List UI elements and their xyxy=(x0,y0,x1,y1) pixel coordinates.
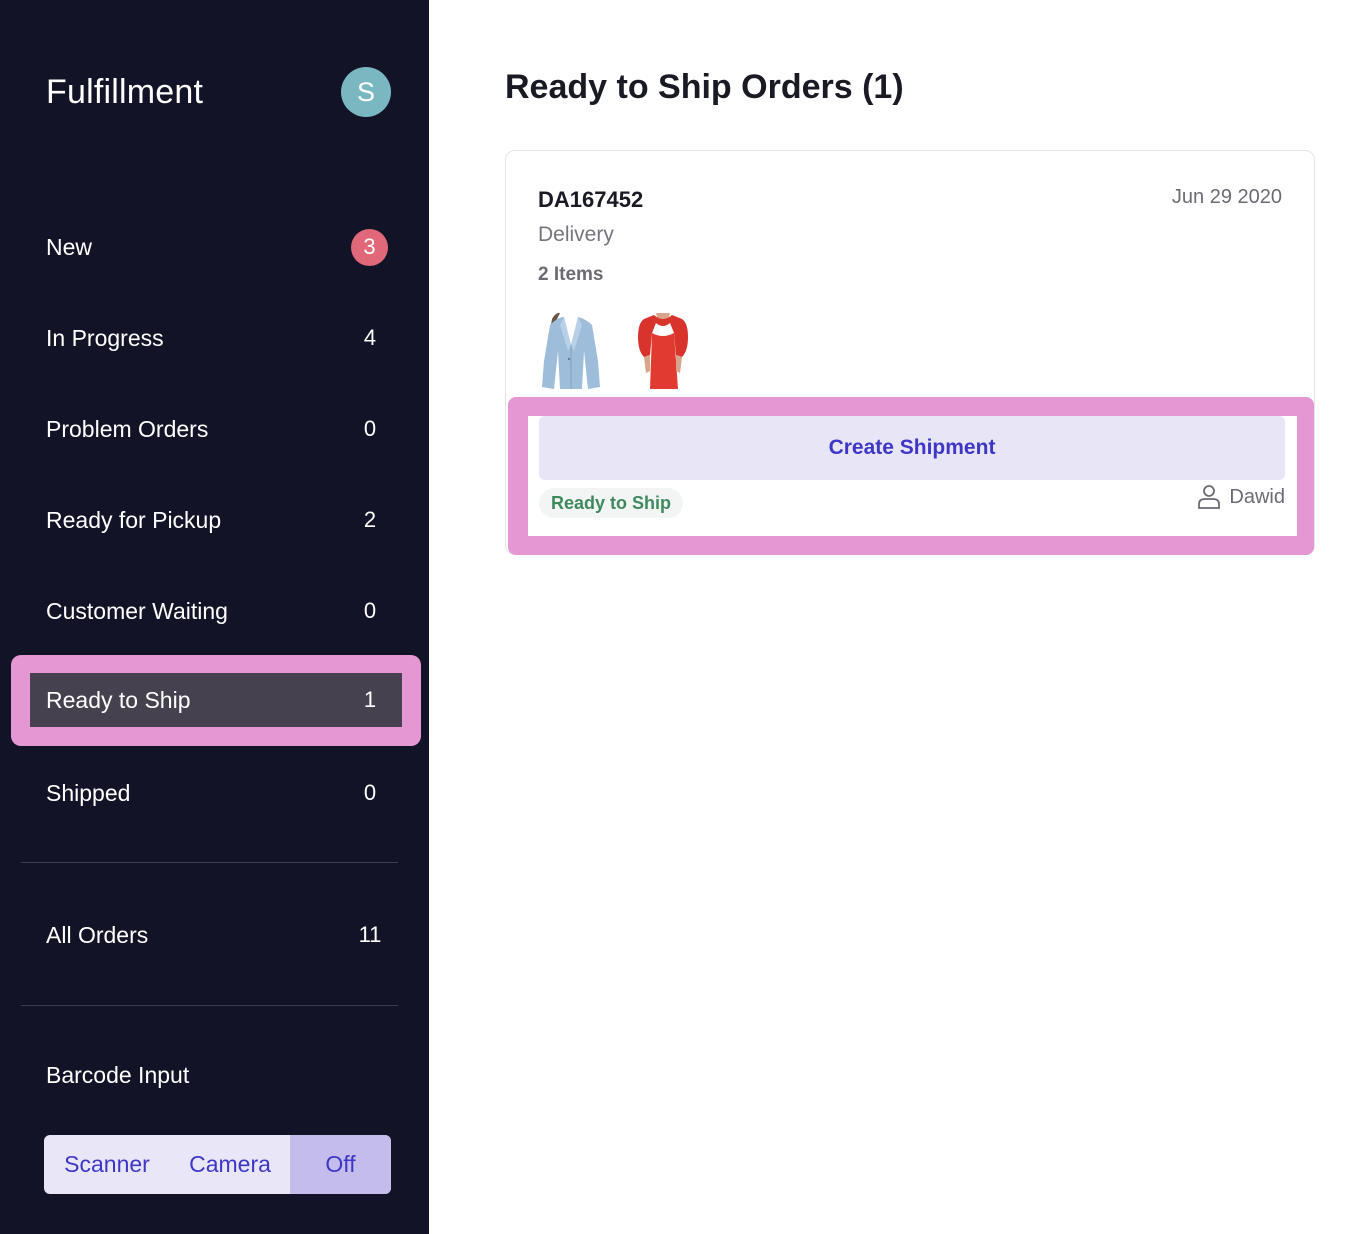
order-id: DA167452 xyxy=(538,187,644,212)
assignee-name: Dawid xyxy=(1229,485,1285,508)
nav-item-label: In Progress xyxy=(46,324,164,351)
barcode-option-camera[interactable]: Camera xyxy=(170,1135,290,1194)
order-actions: Create Shipment Ready to Ship Dawid xyxy=(528,416,1297,536)
nav-item-count: 1 xyxy=(363,687,377,712)
barcode-input-toggle: Scanner Camera Off xyxy=(44,1135,391,1194)
nav-item-ready-for-pickup[interactable]: Ready for Pickup 2 xyxy=(30,493,402,547)
nav-item-problem-orders[interactable]: Problem Orders 0 xyxy=(30,402,402,456)
nav-item-shipped[interactable]: Shipped 0 xyxy=(30,766,402,820)
nav-item-customer-waiting[interactable]: Customer Waiting 0 xyxy=(30,584,402,638)
new-count-badge: 3 xyxy=(351,228,388,266)
nav-item-new[interactable]: New 3 xyxy=(30,220,402,274)
nav-item-label: Problem Orders xyxy=(46,415,209,442)
order-card[interactable]: DA167452 Jun 29 2020 Delivery 2 Items Cr… xyxy=(505,150,1315,555)
nav-item-label: Ready to Ship xyxy=(46,686,191,713)
barcode-input-label: Barcode Input xyxy=(46,1062,190,1088)
nav-item-count: 0 xyxy=(363,598,377,623)
page-title: Ready to Ship Orders (1) xyxy=(505,68,904,106)
nav-item-count: 0 xyxy=(363,780,377,805)
nav-item-label: Customer Waiting xyxy=(46,597,228,624)
order-date: Jun 29 2020 xyxy=(1171,186,1282,208)
item-thumbnail-blazer[interactable] xyxy=(538,311,604,391)
app-title: Fulfillment xyxy=(46,72,204,111)
nav-item-label: Shipped xyxy=(46,779,131,806)
sidebar: Fulfillment S New 3 In Progress 4 Proble… xyxy=(0,0,429,1234)
nav-item-label: Ready for Pickup xyxy=(46,506,222,533)
barcode-option-scanner[interactable]: Scanner xyxy=(44,1135,170,1194)
nav-item-count: 4 xyxy=(363,325,377,350)
nav-item-label: All Orders xyxy=(46,921,149,948)
sidebar-divider xyxy=(21,862,398,863)
sidebar-divider xyxy=(21,1005,398,1006)
order-item-count: 2 Items xyxy=(538,264,604,285)
create-shipment-button[interactable]: Create Shipment xyxy=(539,416,1285,480)
main-content: Ready to Ship Orders (1) DA167452 Jun 29… xyxy=(429,0,1348,1234)
action-area-highlight: Create Shipment Ready to Ship Dawid xyxy=(508,397,1314,555)
nav-item-count: 0 xyxy=(363,416,377,441)
status-badge: Ready to Ship xyxy=(539,488,684,518)
user-avatar[interactable]: S xyxy=(341,67,391,117)
item-thumbnail-dress[interactable] xyxy=(630,311,696,391)
dress-image xyxy=(638,313,688,389)
sidebar-header: Fulfillment S xyxy=(46,66,391,118)
nav-item-in-progress[interactable]: In Progress 4 xyxy=(30,311,402,365)
order-type: Delivery xyxy=(538,223,614,246)
nav-item-count: 2 xyxy=(363,507,377,532)
order-item-thumbnails xyxy=(538,311,696,391)
nav-item-all-orders[interactable]: All Orders 11 xyxy=(30,908,402,962)
barcode-option-off[interactable]: Off xyxy=(290,1135,391,1194)
nav-item-count: 11 xyxy=(358,922,382,947)
nav-item-label: New xyxy=(46,233,93,260)
user-icon xyxy=(1198,485,1221,509)
nav-item-ready-to-ship[interactable]: Ready to Ship 1 xyxy=(30,673,402,727)
order-assignee[interactable]: Dawid xyxy=(1197,484,1285,510)
blazer-image xyxy=(542,312,600,389)
